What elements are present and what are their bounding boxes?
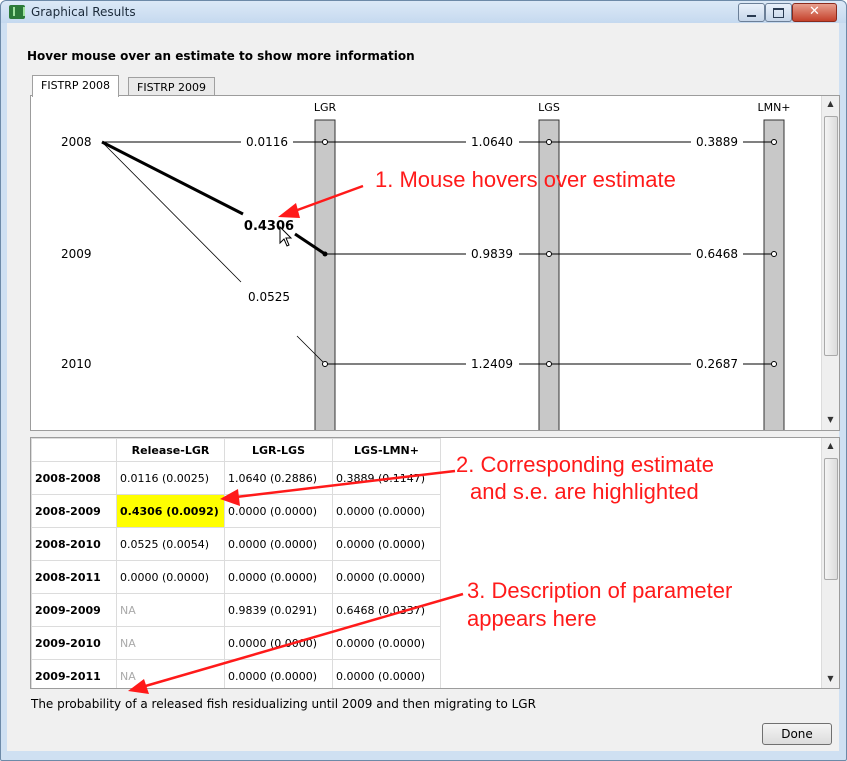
scroll-down-icon[interactable]: ▼ (822, 671, 839, 687)
row-header[interactable]: 2008-2010 (31, 527, 117, 561)
table-cell[interactable]: 0.0000 (0.0000) (116, 560, 225, 594)
title-bar[interactable]: Graphical Results ✕ (1, 1, 846, 23)
estimate-label: 0.0116 (246, 135, 288, 149)
annotation-3-line2: appears here (467, 606, 597, 631)
estimate-label: 0.3889 (696, 135, 738, 149)
scroll-down-icon[interactable]: ▼ (822, 412, 839, 428)
table-cell[interactable]: NA (116, 659, 225, 688)
estimate-label: 1.0640 (471, 135, 513, 149)
year-label: 2009 (61, 247, 92, 261)
table-cell[interactable]: 0.0000 (0.0000) (332, 527, 441, 561)
row-header[interactable]: 2008-2009 (31, 494, 117, 528)
table-cell[interactable]: 0.3889 (0.1147) (332, 461, 441, 495)
estimate-label: 0.9839 (471, 247, 513, 261)
table-cell[interactable]: 0.9839 (0.0291) (224, 593, 333, 627)
estimate-graph: LGR LGS LMN+ 2008 2009 2010 0.0116 0.430… (61, 101, 791, 430)
graph-scrollbar[interactable]: ▲ ▼ (821, 96, 839, 430)
dam-bar-lgr (314, 119, 336, 430)
table-row: 2009-2011 NA 0.0000 (0.0000) 0.0000 (0.0… (31, 659, 441, 688)
table-row: 2008-2010 0.0525 (0.0054) 0.0000 (0.0000… (31, 527, 441, 561)
table-row: 2009-2010 NA 0.0000 (0.0000) 0.0000 (0.0… (31, 626, 441, 660)
table-cell[interactable]: 0.0000 (0.0000) (332, 659, 441, 688)
column-label: LMN+ (757, 101, 790, 114)
close-icon: ✕ (809, 4, 820, 19)
table-row: 2008-2009 0.4306 (0.0092) 0.0000 (0.0000… (31, 494, 441, 528)
dam-bar-lmn (763, 119, 785, 430)
column-label: LGR (314, 101, 337, 114)
tab-fistrp-2009[interactable]: FISTRP 2009 (128, 77, 216, 96)
table-cell[interactable]: NA (116, 593, 225, 627)
table-scrollbar[interactable]: ▲ ▼ (821, 438, 839, 688)
row-header[interactable]: 2009-2009 (31, 593, 117, 627)
table-cell[interactable]: 0.0525 (0.0054) (116, 527, 225, 561)
minimize-icon (747, 15, 756, 17)
table-cell[interactable]: 0.0000 (0.0000) (224, 626, 333, 660)
annotation-2-line2: and s.e. are highlighted (470, 479, 699, 504)
row-header[interactable]: 2008-2008 (31, 461, 117, 495)
column-header[interactable]: LGR-LGS (224, 438, 333, 462)
app-icon (9, 5, 25, 19)
table-cell[interactable]: 0.0000 (0.0000) (332, 626, 441, 660)
table-cell[interactable]: 0.0000 (0.0000) (224, 659, 333, 688)
table-row: 2009-2009 NA 0.9839 (0.0291) 0.6468 (0.0… (31, 593, 441, 627)
tab-fistrp-2008[interactable]: FISTRP 2008 (32, 75, 120, 97)
estimates-table: Release-LGR LGR-LGS LGS-LMN+ 2008-2008 0… (31, 438, 441, 688)
annotation-1: 1. Mouse hovers over estimate (375, 167, 676, 192)
graph-panel: LGR LGS LMN+ 2008 2009 2010 0.0116 0.430… (30, 95, 840, 431)
table-corner (31, 438, 117, 462)
annotation-2-line1: 2. Corresponding estimate (456, 452, 715, 477)
highlighted-path (101, 140, 244, 216)
table-cell[interactable]: 0.6468 (0.0337) (332, 593, 441, 627)
row-header[interactable]: 2009-2010 (31, 626, 117, 660)
parameter-description: The probability of a released fish resid… (31, 697, 536, 711)
estimate-label: 1.2409 (471, 357, 513, 371)
scroll-up-icon[interactable]: ▲ (822, 96, 839, 112)
annotation-3-line1: 3. Description of parameter (467, 578, 733, 603)
estimate-label-highlighted: 0.4306 (244, 219, 294, 234)
scroll-thumb[interactable] (824, 458, 838, 580)
table-cell[interactable]: 0.0000 (0.0000) (224, 560, 333, 594)
scroll-up-icon[interactable]: ▲ (822, 438, 839, 454)
table-cell[interactable]: NA (116, 626, 225, 660)
estimate-label: 0.6468 (696, 247, 738, 261)
year-label: 2010 (61, 357, 92, 371)
table-cell[interactable]: 0.0000 (0.0000) (332, 560, 441, 594)
table-cell-highlighted[interactable]: 0.4306 (0.0092) (116, 494, 225, 528)
estimates-table-panel: Release-LGR LGR-LGS LGS-LMN+ 2008-2008 0… (30, 437, 840, 689)
column-header[interactable]: LGS-LMN+ (332, 438, 441, 462)
close-button[interactable]: ✕ (792, 3, 837, 22)
column-label: LGS (538, 101, 560, 114)
year-label: 2008 (61, 135, 92, 149)
table-row: 2008-2011 0.0000 (0.0000) 0.0000 (0.0000… (31, 560, 441, 594)
maximize-icon (773, 8, 784, 18)
window-title: Graphical Results (31, 5, 136, 19)
table-cell[interactable]: 1.0640 (0.2886) (224, 461, 333, 495)
maximize-button[interactable] (765, 3, 792, 22)
minimize-button[interactable] (738, 3, 765, 22)
table-row: 2008-2008 0.0116 (0.0025) 1.0640 (0.2886… (31, 461, 441, 495)
estimate-label: 0.2687 (696, 357, 738, 371)
estimate-label: 0.0525 (248, 290, 290, 304)
row-header[interactable]: 2009-2011 (31, 659, 117, 688)
scroll-thumb[interactable] (824, 116, 838, 356)
row-header[interactable]: 2008-2011 (31, 560, 117, 594)
instruction-heading: Hover mouse over an estimate to show mor… (27, 49, 415, 63)
column-header[interactable]: Release-LGR (116, 438, 225, 462)
table-cell[interactable]: 0.0000 (0.0000) (224, 527, 333, 561)
table-cell[interactable]: 0.0000 (0.0000) (224, 494, 333, 528)
table-cell[interactable]: 0.0116 (0.0025) (116, 461, 225, 495)
done-button[interactable]: Done (762, 723, 832, 745)
table-cell[interactable]: 0.0000 (0.0000) (332, 494, 441, 528)
